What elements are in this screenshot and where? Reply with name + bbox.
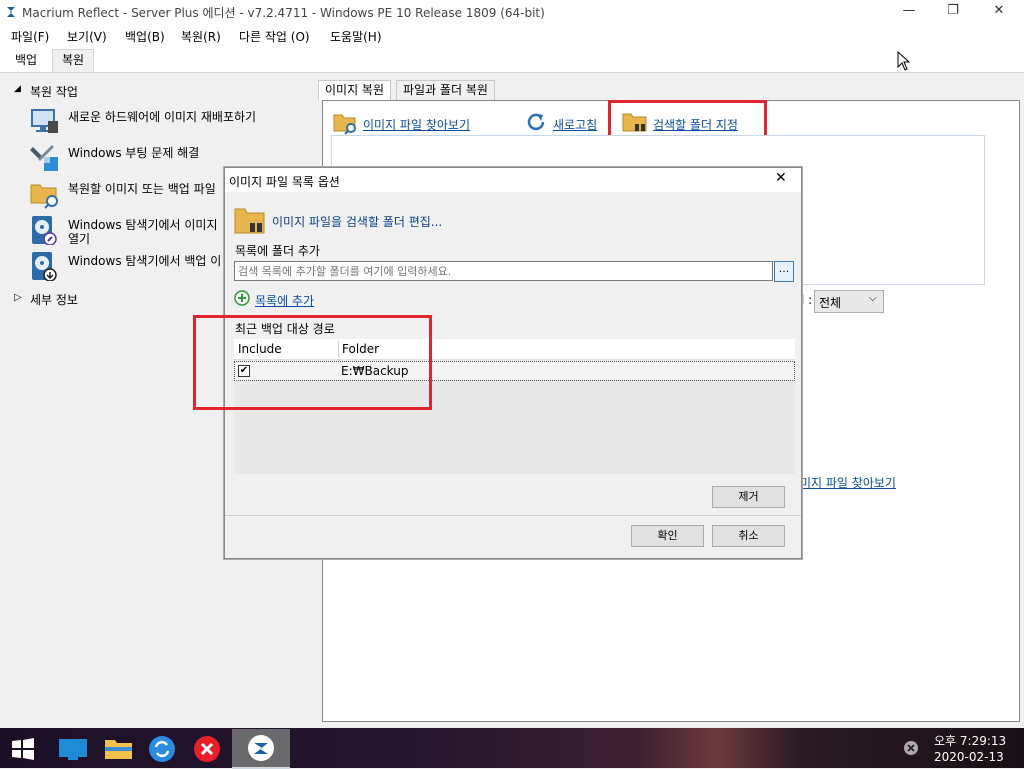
highlight-box <box>193 315 432 410</box>
folder-search-icon[interactable] <box>333 111 359 135</box>
browse-folder-button[interactable]: ... <box>774 261 794 282</box>
window-title: Macrium Reflect - Server Plus 에디션 - v7.2… <box>22 6 545 20</box>
details-heading[interactable]: 세부 정보 <box>30 291 78 308</box>
macrium-reflect-icon <box>248 735 274 761</box>
file-explorer-icon[interactable] <box>104 735 134 761</box>
remove-button[interactable]: 제거 <box>712 486 785 508</box>
monitor-icon <box>31 109 58 133</box>
close-button[interactable]: ✕ <box>976 0 1022 24</box>
menu-view[interactable]: 보기(V) <box>67 28 107 45</box>
expand-arrow-icon[interactable]: ▷ <box>14 292 22 303</box>
add-to-list-link[interactable]: 목록에 추가 <box>255 292 314 309</box>
search-folders-link[interactable]: 검색할 폴더 지정 <box>653 116 738 133</box>
refresh-link[interactable]: 새로고침 <box>553 116 597 133</box>
disk-close-icon <box>32 252 57 281</box>
menu-file[interactable]: 파일(F) <box>11 28 49 45</box>
ok-button[interactable]: 확인 <box>631 525 704 547</box>
menu-other-tasks[interactable]: 다른 작업 (O) <box>239 28 310 45</box>
menu-help[interactable]: 도움말(H) <box>330 28 382 45</box>
add-icon[interactable] <box>234 290 250 306</box>
menu-restore[interactable]: 복원(R) <box>181 28 221 45</box>
start-button-icon[interactable] <box>11 738 35 760</box>
dialog-header: 이미지 파일을 검색할 폴더 편집... <box>272 215 443 229</box>
refresh-icon[interactable] <box>526 112 546 132</box>
task-redeploy[interactable]: 새로운 하드웨어에 이미지 재배포하기 <box>30 104 318 140</box>
tab-image-restore[interactable]: 이미지 복원 <box>318 80 392 101</box>
app-logo-icon <box>7 7 15 17</box>
title-bar: Macrium Reflect - Server Plus 에디션 - v7.2… <box>0 0 1024 24</box>
filter-label: l : <box>801 293 813 307</box>
menu-bar: 파일(F) 보기(V) 백업(B) 복원(R) 다른 작업 (O) 도움말(H) <box>0 24 1024 48</box>
folder-binoculars-icon <box>234 208 265 234</box>
image-file-list-options-dialog: 이미지 파일 목록 옵션 ✕ 이미지 파일을 검색할 폴더 편집... 목록에 … <box>193 167 802 559</box>
tab-restore[interactable]: 복원 <box>52 49 95 72</box>
minimize-button[interactable]: — <box>886 0 932 24</box>
tab-backup[interactable]: 백업 <box>6 50 46 72</box>
monitor-icon[interactable] <box>58 737 88 761</box>
tools-icon <box>30 145 58 171</box>
taskbar-active-app[interactable] <box>232 729 290 769</box>
cancel-button[interactable]: 취소 <box>712 525 785 547</box>
chevron-down-icon: ⌵ <box>869 293 877 304</box>
collapse-arrow-icon[interactable]: ◢ <box>14 84 21 94</box>
folder-path-input[interactable] <box>234 261 773 281</box>
disk-open-icon <box>32 216 57 245</box>
menu-backup[interactable]: 백업(B) <box>125 28 165 45</box>
task-explore-image-label-line2: 열기 <box>68 232 91 246</box>
filter-dropdown[interactable]: 전체 ⌵ <box>814 290 884 313</box>
task-explore-backup-label: Windows 탐색기에서 백업 이 <box>68 254 222 268</box>
task-redeploy-label: 새로운 하드웨어에 이미지 재배포하기 <box>68 110 257 124</box>
mouse-cursor-icon <box>897 51 911 71</box>
task-fix-boot-label: Windows 부팅 문제 해결 <box>68 146 200 160</box>
notification-icon[interactable] <box>903 740 919 756</box>
add-section-title: 목록에 폴더 추가 <box>235 244 320 258</box>
sync-icon[interactable] <box>148 735 176 763</box>
filter-value: 전체 <box>819 296 842 310</box>
folder-search-icon <box>30 184 58 209</box>
folder-binoculars-icon[interactable] <box>622 110 650 134</box>
task-explore-image-label: Windows 탐색기에서 이미지 <box>68 218 218 232</box>
tab-file-folder-restore[interactable]: 파일과 폴더 복원 <box>396 80 495 101</box>
browse-image-bottom-link[interactable]: 미지 파일 찾아보기 <box>800 474 896 491</box>
restore-tasks-heading: 복원 작업 <box>30 85 78 99</box>
dialog-divider <box>225 515 801 516</box>
maximize-button[interactable]: ❐ <box>930 0 976 24</box>
browse-image-link[interactable]: 이미지 파일 찾아보기 <box>363 116 470 133</box>
close-app-icon[interactable] <box>193 735 221 763</box>
dialog-close-icon[interactable]: ✕ <box>775 170 787 186</box>
task-browse-image-label: 복원할 이미지 또는 백업 파일 <box>68 182 216 196</box>
clock-time[interactable]: 오후 7:29:13 <box>934 732 1006 749</box>
ribbon-tab-row <box>0 48 1024 73</box>
dialog-title: 이미지 파일 목록 옵션 <box>229 175 340 189</box>
clock-date[interactable]: 2020-02-13 <box>934 750 1004 764</box>
